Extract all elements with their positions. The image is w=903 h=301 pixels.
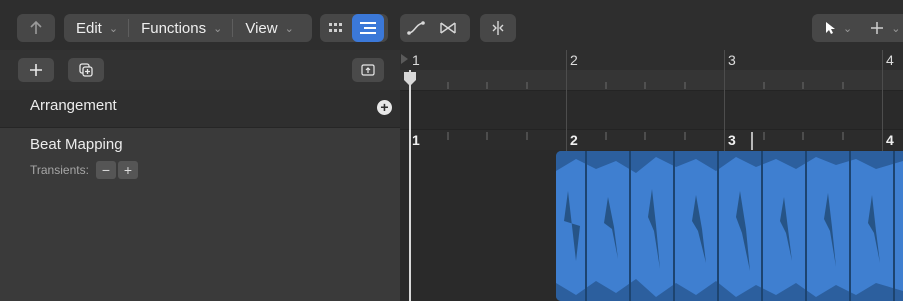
transients-label: Transients: — [30, 163, 89, 177]
beat-bar-number: 3 — [728, 132, 736, 148]
bar-number: 4 — [886, 52, 894, 68]
curve-icon — [407, 21, 425, 35]
up-arrow-icon — [30, 20, 42, 34]
split-tool-button[interactable] — [480, 14, 516, 42]
chevron-down-icon: ⌄ — [284, 22, 294, 35]
menu-group: Edit ⌄ Functions ⌄ View ⌄ — [64, 14, 312, 42]
automation-curve-button[interactable] — [400, 14, 432, 42]
beat-mapping-ruler[interactable]: 1 2 3 4 — [400, 130, 903, 150]
crossfade-icon — [440, 22, 456, 34]
bar-number: 1 — [412, 52, 420, 68]
tick-marks — [447, 82, 844, 89]
audio-region[interactable] — [556, 151, 903, 301]
view-menu-label: View — [245, 19, 278, 37]
transients-stepper: − + — [96, 161, 138, 179]
pointer-icon — [826, 22, 835, 34]
beat-mapping-label: Beat Mapping — [30, 136, 123, 153]
plus-icon — [30, 64, 42, 76]
add-track-button[interactable] — [18, 58, 54, 82]
right-click-tool-menu[interactable]: ⌄ — [860, 14, 903, 42]
functions-menu-label: Functions — [141, 19, 207, 37]
beat-bar-number: 4 — [886, 132, 894, 148]
crosshair-icon — [871, 22, 884, 34]
arrangement-track-header[interactable]: Arrangement + — [0, 90, 400, 128]
view-mode-toggle — [320, 14, 388, 42]
list-view-button[interactable] — [352, 14, 384, 42]
view-menu[interactable]: View ⌄ — [233, 14, 303, 42]
collapse-global-tracks-button[interactable] — [352, 58, 384, 82]
chevron-down-icon: ⌄ — [843, 22, 853, 35]
beat-ruler-ticks[interactable] — [400, 70, 903, 91]
arrangement-label: Arrangement — [30, 97, 117, 114]
playhead-line[interactable] — [409, 70, 411, 301]
play-triangle-icon — [401, 54, 408, 64]
chevron-down-icon: ⌄ — [108, 22, 119, 35]
tool-menus: ⌄ ⌄ — [812, 14, 903, 42]
beat-bar-number: 1 — [412, 132, 420, 148]
tray-upload-icon — [361, 64, 375, 76]
split-icon — [492, 21, 504, 35]
main-toolbar: Edit ⌄ Functions ⌄ View ⌄ ⌄ ⌄ — [0, 0, 903, 50]
list-icon — [360, 22, 376, 34]
beat-tick-marks — [447, 132, 844, 150]
global-tracks-header: Arrangement + Beat Mapping Transients: −… — [0, 50, 400, 301]
transients-plus-button[interactable]: + — [118, 161, 138, 179]
catch-up-button[interactable] — [17, 14, 55, 42]
functions-menu[interactable]: Functions ⌄ — [129, 14, 232, 42]
add-marker-plus-icon[interactable]: + — [377, 100, 392, 115]
tracks-area: 1 2 3 4 1 2 3 4 — [400, 50, 903, 301]
grid-icon — [329, 23, 342, 32]
duplicate-track-button[interactable] — [68, 58, 104, 82]
crossfade-button[interactable] — [432, 14, 464, 42]
grid-view-button[interactable] — [320, 14, 352, 42]
duplicate-icon — [79, 63, 93, 77]
playhead-handle-icon[interactable] — [402, 71, 418, 87]
edit-menu-label: Edit — [76, 19, 102, 37]
audio-waveform — [556, 151, 903, 301]
inspector-header-bar — [0, 50, 400, 90]
bar-number: 3 — [728, 52, 736, 68]
edit-menu[interactable]: Edit ⌄ — [64, 14, 128, 42]
bar-number: 2 — [570, 52, 578, 68]
beat-bar-number: 2 — [570, 132, 578, 148]
left-click-tool-menu[interactable]: ⌄ — [812, 14, 860, 42]
chevron-down-icon: ⌄ — [891, 22, 901, 35]
chevron-down-icon: ⌄ — [213, 22, 223, 35]
arrangement-lane[interactable] — [400, 91, 903, 130]
bar-ruler[interactable]: 1 2 3 4 — [400, 50, 903, 70]
automation-tools — [400, 14, 470, 42]
transients-minus-button[interactable]: − — [96, 161, 116, 179]
